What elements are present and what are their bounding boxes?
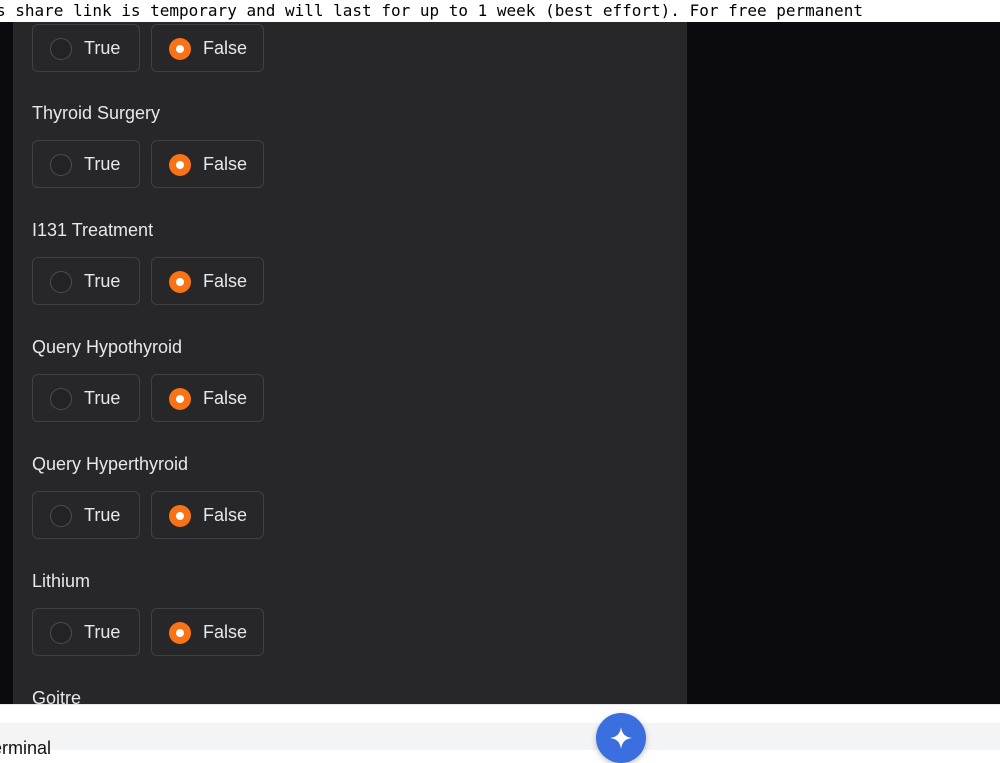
option-label: True: [84, 154, 121, 174]
radio-option-true[interactable]: True: [32, 24, 140, 72]
radio-checked-icon: [169, 505, 191, 527]
radio-option-true[interactable]: True: [32, 140, 140, 188]
question-label-goitre: Goitre: [32, 688, 82, 704]
app-area: True False Thyroid Surgery True False I1…: [0, 22, 1000, 704]
question-label-lithium: Lithium: [32, 571, 91, 591]
radio-option-true[interactable]: True: [32, 491, 140, 539]
left-gutter: [0, 22, 14, 704]
terminal-bar: erminal: [0, 704, 1000, 763]
radio-checked-icon: [169, 388, 191, 410]
radio-unchecked-icon: [50, 622, 72, 644]
question-label-i131-treatment: I131 Treatment: [32, 220, 154, 240]
share-link-notice: s share link is temporary and will last …: [0, 0, 1000, 22]
gemini-assistant-button[interactable]: [596, 713, 646, 763]
sparkle-icon: [610, 727, 632, 749]
terminal-bar-divider: [0, 705, 1000, 723]
radio-option-true[interactable]: True: [32, 608, 140, 656]
radio-checked-icon: [169, 38, 191, 60]
terminal-tab-label[interactable]: erminal: [0, 737, 51, 759]
form-panel: True False Thyroid Surgery True False I1…: [14, 22, 687, 704]
option-label: False: [203, 505, 248, 525]
radio-option-false[interactable]: False: [151, 24, 264, 72]
radio-unchecked-icon: [50, 388, 72, 410]
option-label: False: [203, 38, 248, 58]
radio-unchecked-icon: [50, 154, 72, 176]
radio-option-false[interactable]: False: [151, 374, 264, 422]
question-label-thyroid-surgery: Thyroid Surgery: [32, 103, 161, 123]
option-label: True: [84, 505, 121, 525]
option-label: False: [203, 271, 248, 291]
radio-option-true[interactable]: True: [32, 257, 140, 305]
option-label: False: [203, 154, 248, 174]
option-label: True: [84, 271, 121, 291]
share-link-notice-text: s share link is temporary and will last …: [0, 1, 863, 20]
option-label: True: [84, 38, 121, 58]
radio-unchecked-icon: [50, 505, 72, 527]
option-label: False: [203, 622, 248, 642]
radio-option-true[interactable]: True: [32, 374, 140, 422]
question-label-query-hyperthyroid: Query Hyperthyroid: [32, 454, 189, 474]
question-label-query-hypothyroid: Query Hypothyroid: [32, 337, 183, 357]
radio-option-false[interactable]: False: [151, 140, 264, 188]
radio-option-false[interactable]: False: [151, 608, 264, 656]
radio-option-false[interactable]: False: [151, 257, 264, 305]
option-label: False: [203, 388, 248, 408]
radio-checked-icon: [169, 271, 191, 293]
option-label: True: [84, 388, 121, 408]
radio-checked-icon: [169, 154, 191, 176]
radio-unchecked-icon: [50, 271, 72, 293]
radio-unchecked-icon: [50, 38, 72, 60]
radio-checked-icon: [169, 622, 191, 644]
option-label: True: [84, 622, 121, 642]
radio-option-false[interactable]: False: [151, 491, 264, 539]
